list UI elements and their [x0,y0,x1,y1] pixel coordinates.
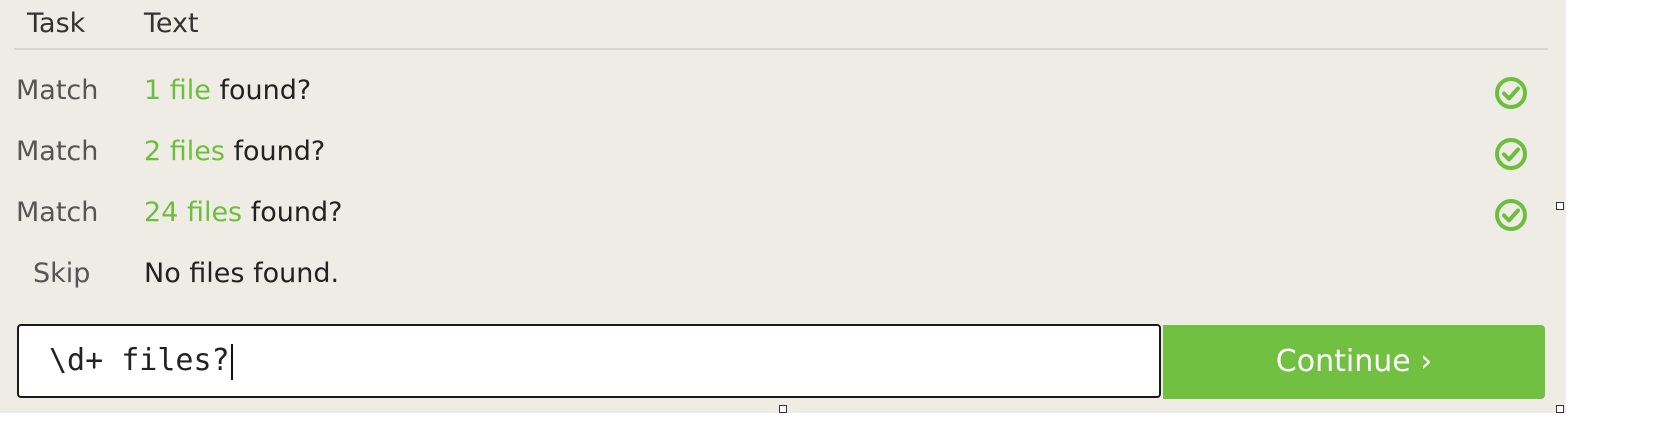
unmatched-text: found? [242,197,343,228]
resize-handle-right[interactable] [1556,202,1564,210]
task-label: Skip [33,258,91,289]
unmatched-text: No files found. [144,258,340,289]
continue-button[interactable]: Continue › [1163,325,1545,399]
table-row: Match 2 files found? [0,122,1566,182]
regex-input[interactable]: \d+ files? [17,324,1161,398]
check-circle-icon [1495,77,1527,109]
resize-handle-corner[interactable] [1556,405,1564,413]
row-text: 1 file found? [144,61,311,121]
regex-input-text: \d+ files? [49,343,230,378]
table-row: Skip No files found. [0,244,1566,304]
exercise-panel: Task Text Match 1 file found? Match 2 fi… [0,0,1566,413]
header-divider [14,48,1548,50]
unmatched-text: found? [210,75,312,106]
check-circle-icon [1495,138,1527,170]
task-label: Match [16,197,99,228]
regex-input-value[interactable]: \d+ files? [49,326,233,396]
table-row: Match 24 files found? [0,183,1566,243]
matched-text: 1 file [144,75,211,106]
task-label: Match [16,75,99,106]
text-cursor [230,343,233,380]
resize-handle-bottom[interactable] [779,405,787,413]
row-text: No files found. [144,244,339,304]
task-label: Match [16,136,99,167]
matched-text: 2 files [144,136,225,167]
unmatched-text: found? [224,136,326,167]
check-circle-icon [1495,199,1527,231]
row-text: 2 files found? [144,122,325,182]
row-text: 24 files found? [144,183,342,243]
column-header-task: Task [27,8,86,39]
matched-text: 24 files [144,197,243,228]
table-row: Match 1 file found? [0,61,1566,121]
column-header-text: Text [144,8,199,39]
